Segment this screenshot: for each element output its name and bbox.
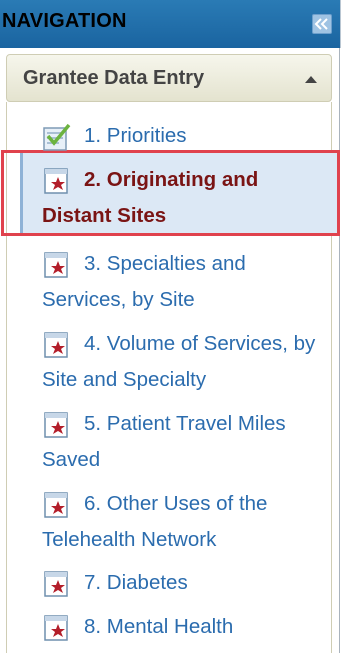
document-star-icon — [44, 492, 68, 518]
document-star-icon — [44, 168, 68, 194]
nav-item-volume-of-services[interactable]: 4. Volume of Services, by Site and Speci… — [42, 326, 328, 398]
nav-item-label: 3. Specialties and Services, by Site — [42, 252, 246, 311]
nav-item-label: 2. Originating and Distant Sites — [42, 168, 259, 227]
document-star-icon — [44, 412, 68, 438]
nav-item-label: 6. Other Uses of the Telehealth Network — [42, 492, 268, 551]
nav-item-originating-and-distant-sites[interactable]: 2. Originating and Distant Sites — [42, 162, 328, 234]
nav-item-other-uses-of-telehealth-network[interactable]: 6. Other Uses of the Telehealth Network — [42, 486, 328, 558]
nav-item-specialties-and-services[interactable]: 3. Specialties and Services, by Site — [42, 246, 328, 318]
caret-up-icon[interactable] — [305, 76, 317, 83]
nav-item-mental-health[interactable]: 8. Mental Health — [42, 609, 328, 645]
navigation-header: NAVIGATION — [0, 0, 341, 48]
nav-item-label: 1. Priorities — [84, 124, 187, 147]
navigation-title: NAVIGATION — [2, 10, 127, 32]
section-title: Grantee Data Entry — [23, 67, 205, 89]
document-star-icon — [44, 615, 68, 641]
collapse-navigation-button[interactable] — [312, 14, 332, 34]
nav-item-patient-travel-miles-saved[interactable]: 5. Patient Travel Miles Saved — [42, 406, 328, 478]
nav-item-priorities[interactable]: 1. Priorities — [42, 118, 328, 154]
document-star-icon — [44, 332, 68, 358]
section-header-grantee-data-entry[interactable]: Grantee Data Entry — [6, 54, 332, 102]
nav-item-label: 5. Patient Travel Miles Saved — [42, 412, 286, 471]
document-star-icon — [44, 571, 68, 597]
document-star-icon — [44, 252, 68, 278]
double-chevron-left-icon — [314, 18, 328, 30]
checked-document-icon — [43, 123, 71, 151]
nav-item-label: 7. Diabetes — [84, 571, 188, 594]
nav-item-label: 4. Volume of Services, by Site and Speci… — [42, 332, 316, 391]
nav-item-label: 8. Mental Health — [84, 615, 234, 638]
nav-item-diabetes[interactable]: 7. Diabetes — [42, 565, 328, 601]
